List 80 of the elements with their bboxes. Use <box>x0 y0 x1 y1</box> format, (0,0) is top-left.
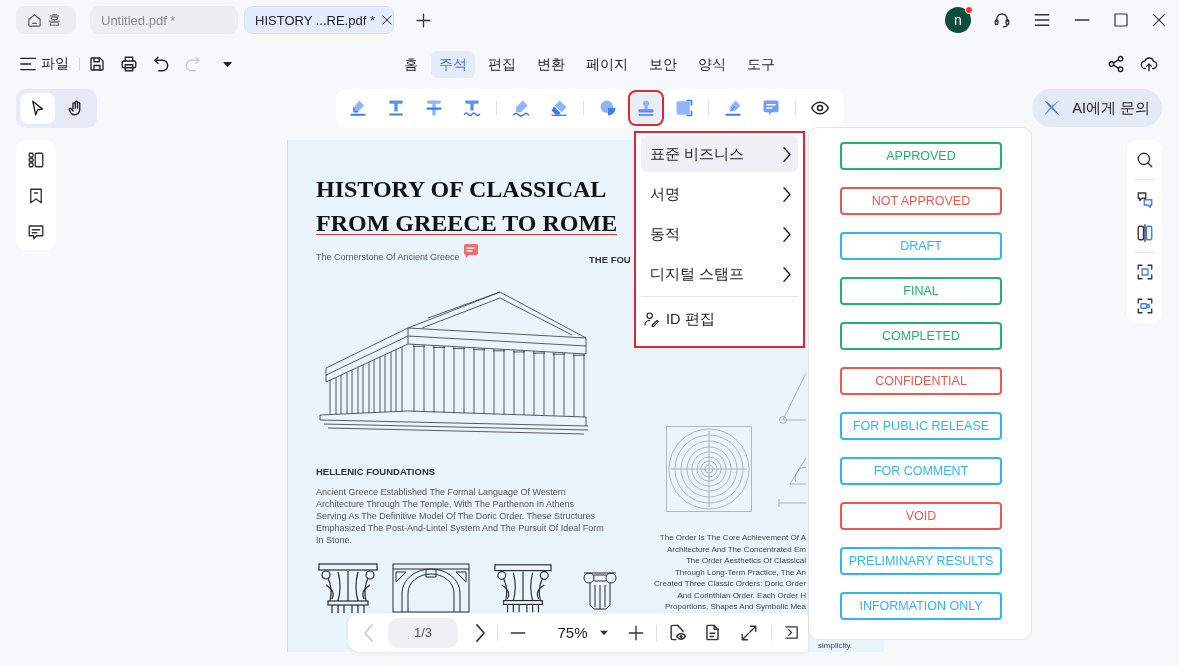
save-icon[interactable] <box>88 55 106 73</box>
minus-icon[interactable] <box>509 630 527 635</box>
chevron-right-icon <box>783 186 791 202</box>
document-subtitle: The Cornerstone Of Ancient Greece <box>316 251 460 264</box>
comment-icon[interactable] <box>27 223 45 241</box>
menu-item[interactable]: ID 편집 <box>641 301 798 337</box>
ribbon-tab[interactable]: 페이지 <box>578 50 636 78</box>
thumbnails-icon[interactable] <box>27 151 45 169</box>
headset-icon[interactable] <box>993 11 1011 29</box>
pencil-wave-icon <box>510 98 531 118</box>
zoom-level[interactable]: 75% <box>545 624 600 641</box>
cloud-upload-icon[interactable] <box>1140 55 1158 73</box>
section-heading: THE FOU <box>589 253 631 267</box>
page-number-field[interactable]: 1/3 <box>388 617 458 648</box>
share-icon[interactable] <box>1107 55 1125 73</box>
paragraph-line: The Order Is The Core Achievement Of A <box>659 532 806 544</box>
menu-icon[interactable] <box>1033 11 1051 29</box>
caret-icon[interactable] <box>600 629 608 636</box>
caret-icon[interactable] <box>223 60 232 68</box>
ribbon-tab[interactable]: 양식 <box>690 50 734 78</box>
paragraph-line: And Corinthian Order. Each Order H <box>677 589 806 601</box>
menu-item[interactable]: 디지털 스탬프 <box>641 256 798 292</box>
home-tab[interactable]: 홈 <box>16 6 76 34</box>
person-pencil-icon <box>643 311 659 327</box>
minimize-icon[interactable] <box>1073 18 1091 22</box>
speech-bubbles-icon[interactable] <box>1135 190 1154 208</box>
chevron-right-icon <box>475 623 485 642</box>
chevron-left-icon <box>363 623 373 642</box>
chevron-right-icon <box>783 226 791 242</box>
ribbon-tab[interactable]: 홈 <box>396 50 426 78</box>
stamp-tool-button[interactable] <box>630 93 661 123</box>
paragraph-line: Through Long-Term Practice, The An <box>674 566 806 578</box>
text-wave-icon <box>461 98 482 118</box>
ribbon-tab[interactable]: 보안 <box>641 50 685 78</box>
menu-item[interactable]: 표준 비즈니스 <box>641 136 798 172</box>
ribbon-tab[interactable]: 주석 <box>431 50 475 78</box>
paragraph-line: Created Three Classic Orders: Doric Order <box>654 578 806 590</box>
file-menu-button[interactable]: 파일 <box>20 55 69 73</box>
menu-item[interactable]: 동적 <box>641 216 798 252</box>
chevron-right-icon <box>783 266 791 282</box>
ribbon-tab[interactable]: 변환 <box>529 50 573 78</box>
menu-icon <box>20 57 36 71</box>
paragraph-line: simplicity. <box>818 640 853 651</box>
plus-icon[interactable] <box>415 11 432 29</box>
stamp-option[interactable]: CONFIDENTIAL <box>840 367 1002 395</box>
undo-icon[interactable] <box>152 55 170 73</box>
crop-frame-icon[interactable] <box>1135 263 1154 281</box>
paragraph-line: The Order Aesthetics Of Classical <box>685 555 806 567</box>
corinthian-capital-drawing <box>494 563 552 613</box>
ribbon-tab[interactable]: 편집 <box>480 50 524 78</box>
split-view-icon[interactable] <box>1135 224 1154 242</box>
section-paragraph: Ancient Greece Established The Formal Language Of Western Architecture Through The Temple, With The Parthenon In Athens Serving As The Definitive Model Of The Doric Order. These Structures Emphasized The Post-And-Lintel System And The Pursuit Of Ideal Form In Stone. <box>316 486 605 546</box>
print-icon[interactable] <box>120 55 138 73</box>
stamp-option[interactable]: NOT APPROVED <box>840 187 1002 215</box>
chevron-box-icon[interactable] <box>783 624 800 641</box>
close-icon[interactable] <box>1151 12 1167 28</box>
chevron-right-icon <box>783 146 791 162</box>
paragraph-line: Architecture And The Concentrated Em <box>666 543 806 555</box>
section-heading: HELLENIC FOUNDATIONS <box>316 465 436 479</box>
account-avatar[interactable]: n <box>945 7 971 33</box>
document-eye-icon[interactable] <box>667 623 687 642</box>
maximize-icon[interactable] <box>1113 12 1129 28</box>
close-icon[interactable] <box>380 14 393 26</box>
select-tool-button[interactable] <box>20 92 55 124</box>
document-title-line: HISTORY OF CLASSICAL <box>316 175 607 204</box>
document-title-line: FROM GREECE TO ROME <box>316 209 618 238</box>
eraser-icon <box>548 98 569 118</box>
screen-record-icon[interactable] <box>1135 297 1154 315</box>
menu-item[interactable]: 서명 <box>641 176 798 212</box>
corinthian-capital-drawing <box>318 563 378 613</box>
search-icon[interactable] <box>1135 151 1154 169</box>
paragraph-line: Proportions, Shapes And Symbolic Mea <box>665 601 806 613</box>
bookmark-icon[interactable] <box>27 187 45 205</box>
home-icon <box>27 12 42 28</box>
plus-icon[interactable] <box>627 623 645 642</box>
document-tab[interactable]: HISTORY ...RE.pdf * <box>244 6 394 34</box>
comment-marker-icon[interactable] <box>463 244 478 258</box>
ai-assistant-button[interactable]: AI에게 문의 <box>1032 89 1162 127</box>
expand-icon[interactable] <box>740 623 758 642</box>
ribbon-tab[interactable]: 도구 <box>739 50 783 78</box>
